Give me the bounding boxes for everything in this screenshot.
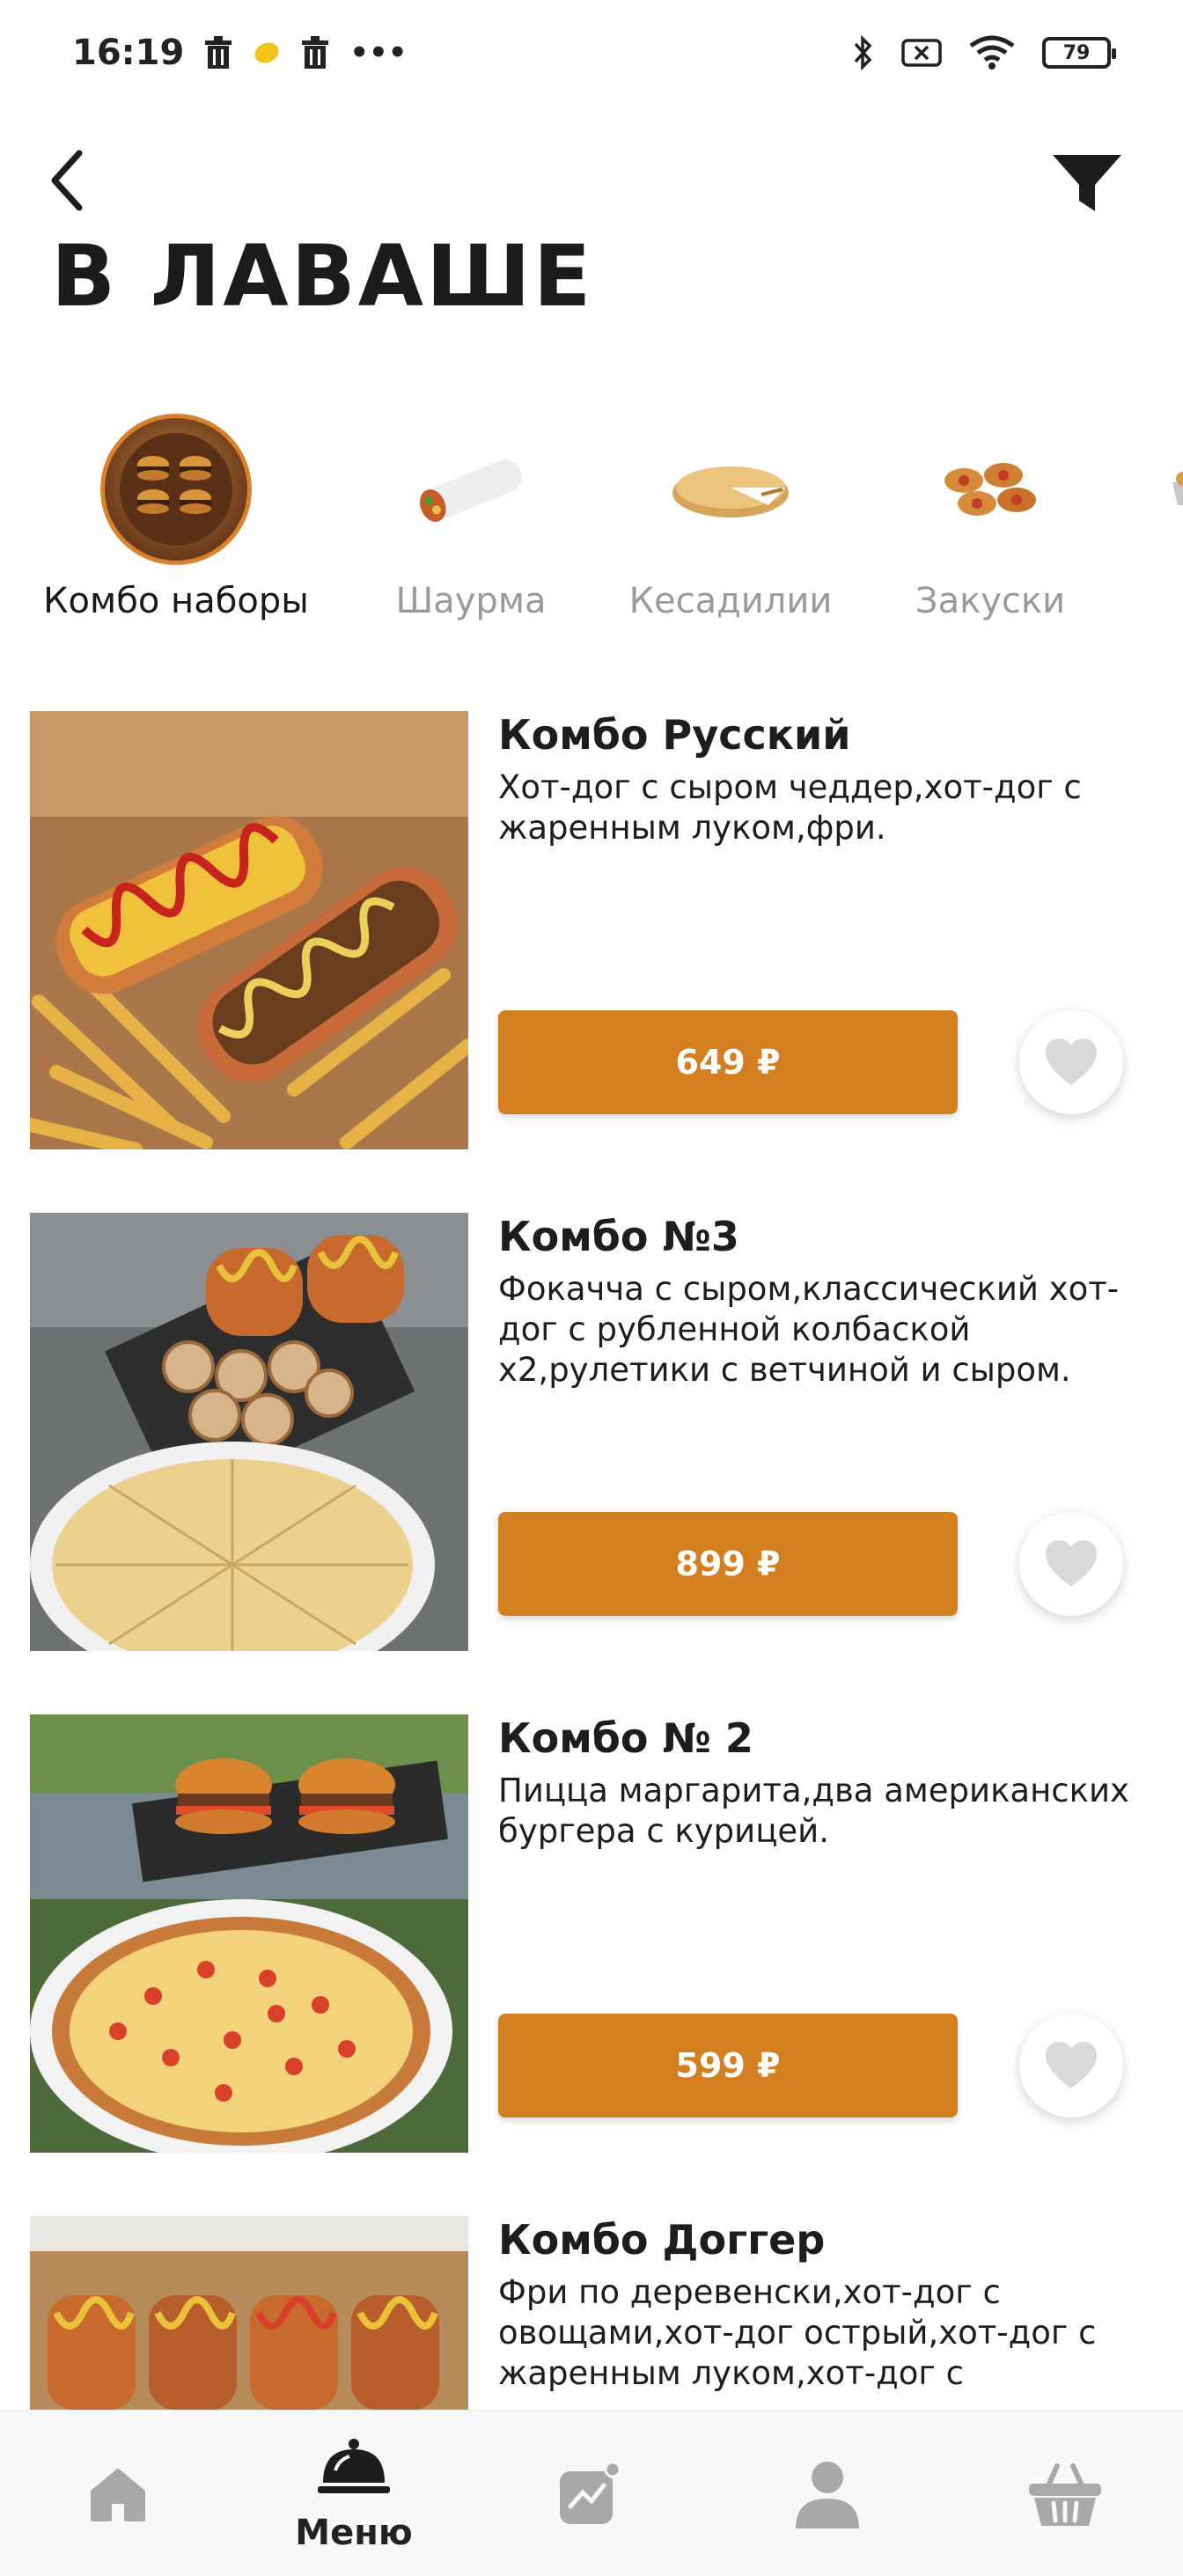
status-left: 16:19 ••• xyxy=(72,33,408,73)
category-label: Кесадилии xyxy=(628,581,833,621)
home-icon xyxy=(91,2468,145,2521)
nav-menu[interactable]: Меню xyxy=(266,2411,442,2576)
bluetooth-icon xyxy=(854,34,872,71)
cloche-icon xyxy=(318,2438,390,2493)
category-item-combo[interactable]: Комбо наборы xyxy=(35,414,317,621)
product-name: Комбо Доггер xyxy=(498,2216,826,2264)
category-label: Комбо наборы xyxy=(43,581,309,621)
heart-icon xyxy=(1046,2042,1097,2088)
product-image[interactable] xyxy=(30,2216,468,2410)
favorite-button[interactable] xyxy=(1019,1512,1123,1616)
category-carousel[interactable]: Комбо наборы Шаурма Кесадилии Закуски xyxy=(0,414,1183,651)
status-bar: 16:19 ••• 79 xyxy=(0,0,1183,106)
product-name: Комбо № 2 xyxy=(498,1714,753,1762)
category-item-shawarma[interactable]: Шаурма xyxy=(370,414,572,621)
wifi-icon xyxy=(969,35,1015,70)
snacks-icon xyxy=(915,414,1066,565)
top-bar xyxy=(0,132,1183,229)
add-to-cart-button[interactable]: 899 ₽ xyxy=(498,1512,958,1616)
nav-menu-label: Меню xyxy=(295,2512,413,2553)
category-item-quesadilla[interactable]: Кесадилии xyxy=(616,414,845,621)
bottom-navigation: Меню xyxy=(0,2410,1183,2576)
add-to-cart-button[interactable]: 649 ₽ xyxy=(498,1010,958,1114)
product-card[interactable]: Комбо Доггер Фри по деревенски,хот-дог с… xyxy=(30,2216,1174,2410)
nav-home[interactable] xyxy=(30,2411,206,2576)
lemon-notification-icon xyxy=(254,42,279,63)
favorite-button[interactable] xyxy=(1019,2014,1123,2117)
quesadilla-icon xyxy=(655,414,806,565)
product-description: Пицца маргарита,два американских бургера… xyxy=(498,1772,1129,1850)
heart-icon xyxy=(1046,1540,1097,1587)
product-card[interactable]: Комбо №3 Фокачча с сыром,классический хо… xyxy=(30,1213,1174,1653)
status-time: 16:19 xyxy=(72,33,185,73)
category-item-snacks[interactable]: Закуски xyxy=(889,414,1091,621)
product-image[interactable] xyxy=(30,711,468,1149)
basket-icon xyxy=(1029,2462,1101,2526)
product-name: Комбо №3 xyxy=(498,1213,739,1260)
heart-icon xyxy=(1046,1038,1097,1085)
product-description: Хот-дог с сыром чеддер,хот-дог с жаренны… xyxy=(498,768,1082,847)
battery-icon: 79 xyxy=(1042,37,1116,69)
filter-button[interactable] xyxy=(1047,143,1127,222)
user-icon xyxy=(796,2461,859,2528)
favorite-button[interactable] xyxy=(1019,1010,1123,1114)
product-image[interactable] xyxy=(30,1213,468,1651)
product-description: Фокачча с сыром,классический хот-дог с р… xyxy=(498,1270,1120,1389)
product-name: Комбо Русский xyxy=(498,711,851,759)
product-card[interactable]: Комбо Русский Хот-дог с сыром чеддер,хот… xyxy=(30,711,1174,1151)
category-label: Шаурма xyxy=(395,581,547,621)
back-button[interactable] xyxy=(42,141,95,220)
filter-icon xyxy=(1053,155,1121,211)
trash-notification-icon-2 xyxy=(302,36,329,69)
chevron-left-icon xyxy=(51,150,83,211)
chart-news-icon xyxy=(560,2461,621,2524)
no-sim-icon xyxy=(901,39,942,67)
product-description: Фри по деревенски,хот-дог с овощами,хот-… xyxy=(498,2273,1097,2392)
burger-box-icon xyxy=(100,414,252,565)
category-item-partial[interactable] xyxy=(1144,414,1183,565)
more-notifications-icon: ••• xyxy=(349,35,408,70)
partial-category-icon xyxy=(1144,414,1183,565)
page-title: В ЛАВАШЕ xyxy=(51,227,594,326)
nav-profile[interactable] xyxy=(739,2411,915,2576)
add-to-cart-button[interactable]: 599 ₽ xyxy=(498,2014,958,2117)
battery-level: 79 xyxy=(1062,41,1091,64)
trash-notification-icon xyxy=(205,36,232,69)
nav-cart[interactable] xyxy=(977,2411,1153,2576)
category-label: Закуски xyxy=(915,581,1066,621)
shawarma-icon xyxy=(395,414,547,565)
status-right: 79 xyxy=(852,34,1116,71)
product-image[interactable] xyxy=(30,1714,468,2153)
product-card[interactable]: Комбо № 2 Пицца маргарита,два американск… xyxy=(30,1714,1174,2154)
nav-promotions[interactable] xyxy=(502,2411,678,2576)
